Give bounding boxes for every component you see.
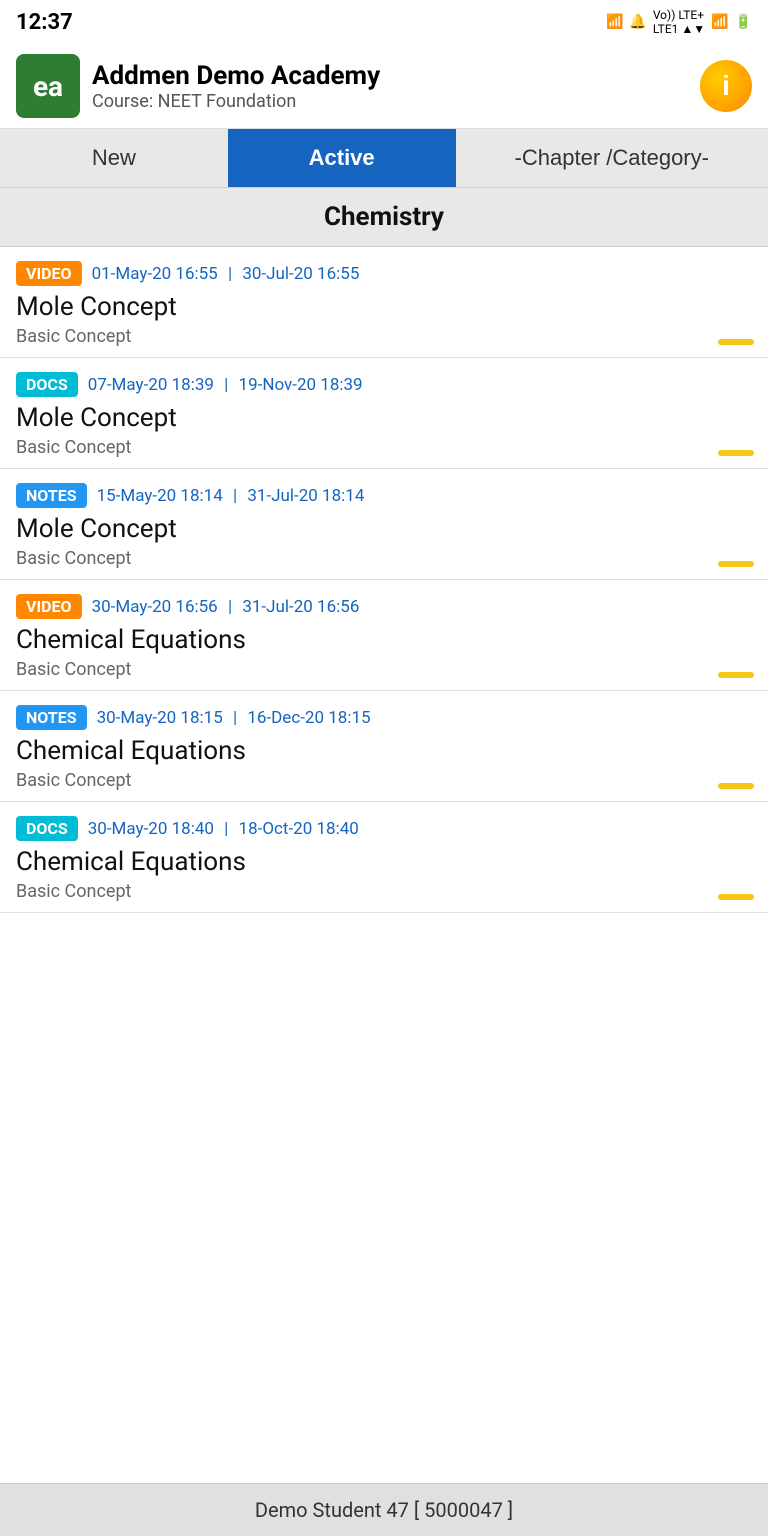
date-end: 30-Jul-20 16:55 bbox=[242, 264, 359, 284]
badge-notes: NOTES bbox=[16, 705, 87, 730]
battery-icon: 🔋 bbox=[735, 14, 752, 30]
item-meta: VIDEO 01-May-20 16:55 | 30-Jul-20 16:55 bbox=[16, 261, 752, 286]
item-indicator bbox=[718, 783, 754, 789]
item-indicator bbox=[718, 339, 754, 345]
item-dates: 15-May-20 18:14 | 31-Jul-20 18:14 bbox=[97, 486, 365, 506]
item-category: Basic Concept bbox=[16, 881, 752, 902]
date-end: 31-Jul-20 16:56 bbox=[242, 597, 359, 617]
badge-docs: DOCS bbox=[16, 816, 78, 841]
footer-text: Demo Student 47 [ 5000047 ] bbox=[255, 1498, 513, 1522]
badge-notes: NOTES bbox=[16, 483, 87, 508]
item-dates: 07-May-20 18:39 | 19-Nov-20 18:39 bbox=[88, 375, 363, 395]
app-title: Addmen Demo Academy bbox=[92, 61, 380, 91]
bell-icon: 🔔 bbox=[629, 14, 646, 30]
item-meta: NOTES 30-May-20 18:15 | 16-Dec-20 18:15 bbox=[16, 705, 752, 730]
item-title: Mole Concept bbox=[16, 514, 752, 544]
date-start: 30-May-20 16:56 bbox=[92, 597, 218, 617]
app-subtitle: Course: NEET Foundation bbox=[92, 91, 380, 112]
date-separator: | bbox=[233, 486, 241, 506]
status-bar: 12:37 📶 🔔 Vo)) LTE+LTE1 ▲▼ 📶 🔋 bbox=[0, 0, 768, 44]
date-separator: | bbox=[224, 819, 232, 839]
list-item[interactable]: DOCS 30-May-20 18:40 | 18-Oct-20 18:40 C… bbox=[0, 802, 768, 913]
app-header: ea Addmen Demo Academy Course: NEET Foun… bbox=[0, 44, 768, 129]
item-meta: VIDEO 30-May-20 16:56 | 31-Jul-20 16:56 bbox=[16, 594, 752, 619]
item-category: Basic Concept bbox=[16, 326, 752, 347]
date-separator: | bbox=[228, 597, 236, 617]
badge-docs: DOCS bbox=[16, 372, 78, 397]
list-item[interactable]: DOCS 07-May-20 18:39 | 19-Nov-20 18:39 M… bbox=[0, 358, 768, 469]
date-end: 19-Nov-20 18:39 bbox=[239, 375, 363, 395]
wifi-icon: 📶 bbox=[606, 14, 623, 30]
item-indicator bbox=[718, 561, 754, 567]
signal-icon: Vo)) LTE+LTE1 ▲▼ bbox=[653, 8, 705, 36]
item-title: Mole Concept bbox=[16, 292, 752, 322]
date-separator: | bbox=[233, 708, 241, 728]
item-meta: DOCS 07-May-20 18:39 | 19-Nov-20 18:39 bbox=[16, 372, 752, 397]
status-time: 12:37 bbox=[16, 10, 73, 35]
item-category: Basic Concept bbox=[16, 548, 752, 569]
item-dates: 30-May-20 18:40 | 18-Oct-20 18:40 bbox=[88, 819, 359, 839]
signal-bars-icon: 📶 bbox=[711, 14, 728, 30]
badge-video: VIDEO bbox=[16, 594, 82, 619]
item-meta: DOCS 30-May-20 18:40 | 18-Oct-20 18:40 bbox=[16, 816, 752, 841]
header-left: ea Addmen Demo Academy Course: NEET Foun… bbox=[16, 54, 380, 118]
section-heading: Chemistry bbox=[0, 188, 768, 247]
date-start: 01-May-20 16:55 bbox=[92, 264, 218, 284]
footer: Demo Student 47 [ 5000047 ] bbox=[0, 1483, 768, 1536]
date-start: 30-May-20 18:15 bbox=[97, 708, 223, 728]
header-text: Addmen Demo Academy Course: NEET Foundat… bbox=[92, 61, 380, 112]
date-start: 15-May-20 18:14 bbox=[97, 486, 223, 506]
date-start: 07-May-20 18:39 bbox=[88, 375, 214, 395]
item-indicator bbox=[718, 450, 754, 456]
date-end: 31-Jul-20 18:14 bbox=[247, 486, 364, 506]
status-icons: 📶 🔔 Vo)) LTE+LTE1 ▲▼ 📶 🔋 bbox=[606, 8, 752, 36]
date-separator: | bbox=[224, 375, 232, 395]
item-title: Chemical Equations bbox=[16, 847, 752, 877]
tab-active[interactable]: Active bbox=[228, 129, 456, 187]
item-meta: NOTES 15-May-20 18:14 | 31-Jul-20 18:14 bbox=[16, 483, 752, 508]
list-item[interactable]: VIDEO 01-May-20 16:55 | 30-Jul-20 16:55 … bbox=[0, 247, 768, 358]
item-category: Basic Concept bbox=[16, 437, 752, 458]
app-logo: ea bbox=[16, 54, 80, 118]
item-dates: 30-May-20 16:56 | 31-Jul-20 16:56 bbox=[92, 597, 360, 617]
tab-category[interactable]: -Chapter /Category- bbox=[456, 129, 768, 187]
item-dates: 30-May-20 18:15 | 16-Dec-20 18:15 bbox=[97, 708, 371, 728]
date-end: 16-Dec-20 18:15 bbox=[247, 708, 370, 728]
tab-new[interactable]: New bbox=[0, 129, 228, 187]
item-dates: 01-May-20 16:55 | 30-Jul-20 16:55 bbox=[92, 264, 360, 284]
date-end: 18-Oct-20 18:40 bbox=[239, 819, 359, 839]
list-item[interactable]: NOTES 30-May-20 18:15 | 16-Dec-20 18:15 … bbox=[0, 691, 768, 802]
item-indicator bbox=[718, 672, 754, 678]
item-title: Chemical Equations bbox=[16, 736, 752, 766]
list-item[interactable]: NOTES 15-May-20 18:14 | 31-Jul-20 18:14 … bbox=[0, 469, 768, 580]
item-indicator bbox=[718, 894, 754, 900]
item-title: Mole Concept bbox=[16, 403, 752, 433]
item-title: Chemical Equations bbox=[16, 625, 752, 655]
content-list: VIDEO 01-May-20 16:55 | 30-Jul-20 16:55 … bbox=[0, 247, 768, 1483]
date-start: 30-May-20 18:40 bbox=[88, 819, 214, 839]
badge-video: VIDEO bbox=[16, 261, 82, 286]
item-category: Basic Concept bbox=[16, 770, 752, 791]
list-item[interactable]: VIDEO 30-May-20 16:56 | 31-Jul-20 16:56 … bbox=[0, 580, 768, 691]
item-category: Basic Concept bbox=[16, 659, 752, 680]
date-separator: | bbox=[228, 264, 236, 284]
info-button[interactable]: i bbox=[700, 60, 752, 112]
tab-bar: New Active -Chapter /Category- bbox=[0, 129, 768, 188]
logo-text: ea bbox=[33, 70, 63, 103]
